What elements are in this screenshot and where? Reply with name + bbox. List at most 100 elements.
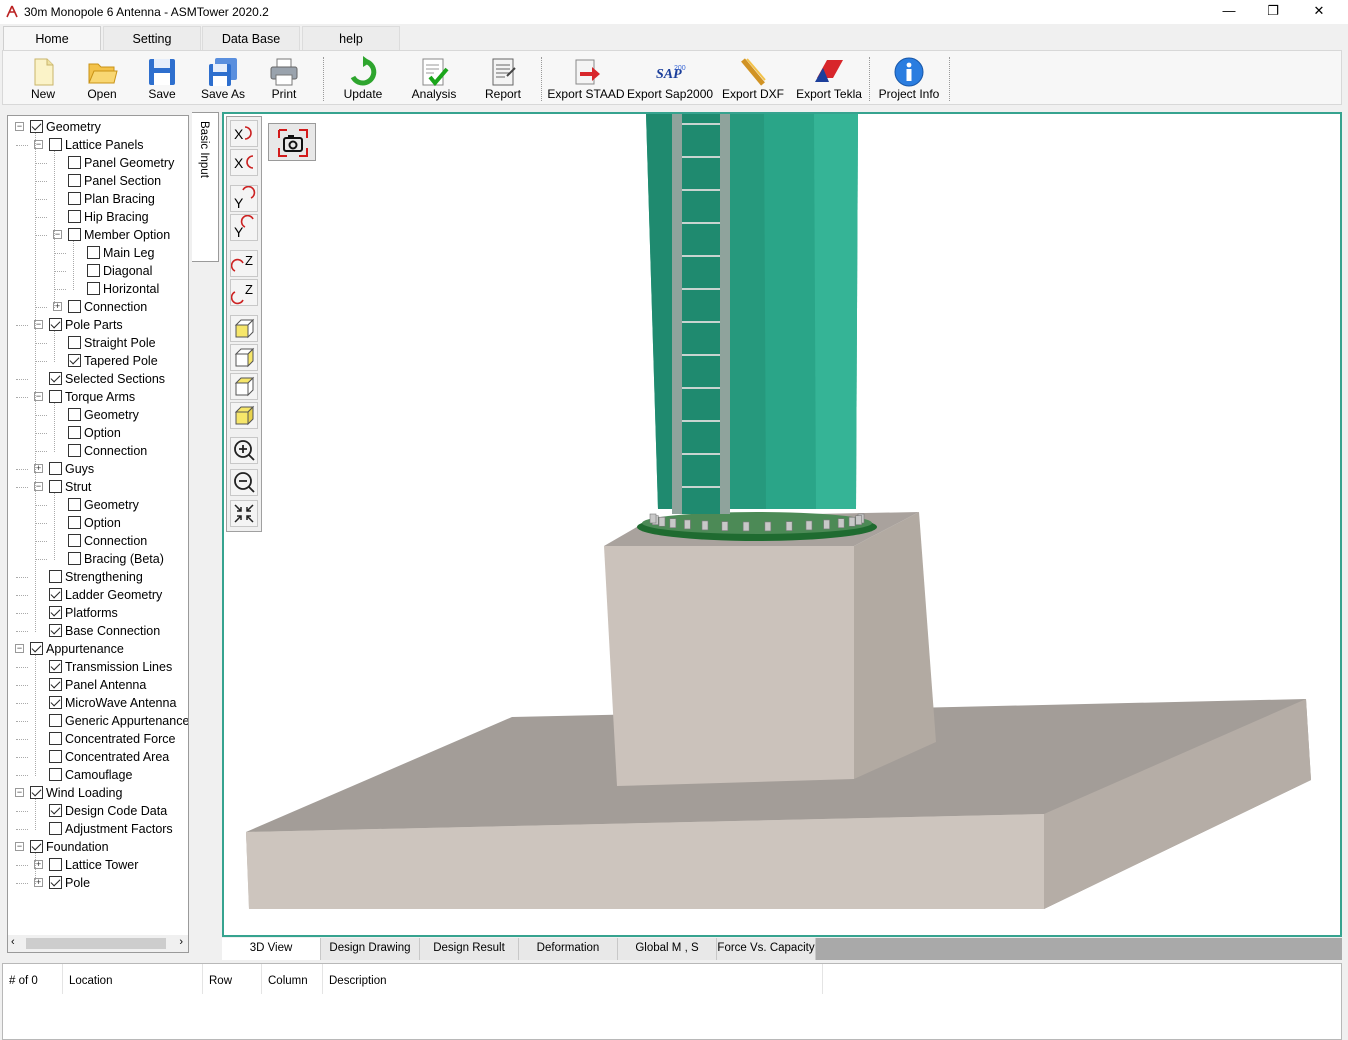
tree-connector: [16, 667, 28, 668]
tree-checkbox[interactable]: [68, 498, 81, 511]
minimize-button[interactable]: —: [1206, 0, 1252, 24]
column-header-row[interactable]: Row: [203, 964, 262, 994]
collapse-icon[interactable]: −: [15, 122, 24, 131]
tree-checkbox[interactable]: [49, 606, 62, 619]
save-button[interactable]: Save: [133, 53, 191, 103]
rotate-z-positive-button[interactable]: Z: [230, 250, 258, 277]
scroll-right-icon[interactable]: ›: [179, 936, 183, 948]
tab-force-vs-capacity[interactable]: Force Vs. Capacity: [717, 938, 816, 960]
analysis-button[interactable]: Analysis: [403, 53, 465, 103]
tree-checkbox[interactable]: [68, 426, 81, 439]
tab-global-ms[interactable]: Global M , S: [618, 938, 717, 960]
horizontal-scrollbar[interactable]: ‹ ›: [8, 935, 188, 952]
view-front-button[interactable]: [230, 315, 258, 342]
report-button[interactable]: Report: [473, 53, 533, 103]
tree-checkbox[interactable]: [49, 750, 62, 763]
tree-checkbox[interactable]: [49, 678, 62, 691]
tree-checkbox[interactable]: [68, 210, 81, 223]
print-button[interactable]: Print: [255, 53, 313, 103]
tab-3d-view[interactable]: 3D View: [222, 938, 321, 960]
tree-checkbox[interactable]: [87, 246, 100, 259]
tree-checkbox[interactable]: [68, 174, 81, 187]
rotate-z-negative-button[interactable]: Z: [230, 279, 258, 306]
scrollbar-thumb[interactable]: [26, 938, 166, 949]
tab-setting[interactable]: Setting: [103, 26, 201, 52]
tab-deformation[interactable]: Deformation: [519, 938, 618, 960]
tree-item-label: Panel Section: [84, 174, 162, 188]
tree-checkbox[interactable]: [49, 588, 62, 601]
tree-checkbox[interactable]: [49, 696, 62, 709]
tab-help[interactable]: help: [302, 26, 400, 52]
project-info-button[interactable]: Project Info: [873, 53, 945, 103]
column-header-location[interactable]: Location: [63, 964, 203, 994]
tree-checkbox[interactable]: [68, 534, 81, 547]
export-tekla-button[interactable]: Export Tekla: [793, 53, 865, 103]
tree-checkbox[interactable]: [49, 390, 62, 403]
column-header-count[interactable]: # of 0: [3, 964, 63, 994]
tree-checkbox[interactable]: [49, 876, 62, 889]
tree-checkbox[interactable]: [49, 570, 62, 583]
tree-checkbox[interactable]: [49, 624, 62, 637]
collapse-icon[interactable]: −: [15, 644, 24, 653]
tab-home[interactable]: Home: [3, 26, 101, 52]
tree-checkbox[interactable]: [30, 786, 43, 799]
tree-checkbox[interactable]: [68, 300, 81, 313]
new-button[interactable]: New: [13, 53, 73, 103]
tree-checkbox[interactable]: [68, 336, 81, 349]
tab-design-drawing[interactable]: Design Drawing: [321, 938, 420, 960]
tab-basic-input[interactable]: Basic Input: [192, 112, 219, 262]
restore-button[interactable]: ❐: [1250, 0, 1296, 24]
zoom-out-button[interactable]: [230, 469, 258, 496]
screenshot-button[interactable]: [268, 123, 316, 161]
update-button[interactable]: Update: [333, 53, 393, 103]
tree-checkbox[interactable]: [49, 318, 62, 331]
3d-viewport[interactable]: [222, 112, 1342, 937]
collapse-icon[interactable]: −: [15, 788, 24, 797]
tree-checkbox[interactable]: [49, 138, 62, 151]
column-header-description[interactable]: Description: [323, 964, 823, 994]
tab-design-result[interactable]: Design Result: [420, 938, 519, 960]
tree-checkbox[interactable]: [68, 354, 81, 367]
tree-checkbox[interactable]: [49, 462, 62, 475]
collapse-icon[interactable]: −: [15, 842, 24, 851]
tab-database[interactable]: Data Base: [202, 26, 300, 52]
tree-checkbox[interactable]: [68, 444, 81, 457]
tree-checkbox[interactable]: [68, 552, 81, 565]
tree-checkbox[interactable]: [30, 840, 43, 853]
tree-checkbox[interactable]: [49, 858, 62, 871]
tree-checkbox[interactable]: [30, 642, 43, 655]
rotate-x-negative-button[interactable]: X: [230, 149, 258, 176]
tree-checkbox[interactable]: [68, 156, 81, 169]
fit-view-button[interactable]: [230, 500, 258, 527]
column-header-column[interactable]: Column: [262, 964, 323, 994]
tree-checkbox[interactable]: [49, 372, 62, 385]
open-button[interactable]: Open: [73, 53, 131, 103]
close-button[interactable]: ✕: [1296, 0, 1342, 24]
tree-checkbox[interactable]: [87, 264, 100, 277]
tree-checkbox[interactable]: [49, 660, 62, 673]
tree-checkbox[interactable]: [49, 732, 62, 745]
tree-checkbox[interactable]: [68, 408, 81, 421]
view-side-button[interactable]: [230, 344, 258, 371]
zoom-in-button[interactable]: [230, 437, 258, 464]
tree-checkbox[interactable]: [49, 822, 62, 835]
export-staad-button[interactable]: Export STAAD: [547, 53, 625, 103]
tree-checkbox[interactable]: [87, 282, 100, 295]
rotate-x-positive-button[interactable]: X: [230, 120, 258, 147]
rotate-y-negative-button[interactable]: Y: [230, 214, 258, 241]
save-as-button[interactable]: Save As: [193, 53, 253, 103]
scroll-left-icon[interactable]: ‹: [11, 936, 15, 948]
tree-checkbox[interactable]: [49, 768, 62, 781]
tree-checkbox[interactable]: [68, 516, 81, 529]
rotate-y-positive-button[interactable]: Y: [230, 185, 258, 212]
tree-checkbox[interactable]: [30, 120, 43, 133]
export-dxf-button[interactable]: Export DXF: [717, 53, 789, 103]
tree-checkbox[interactable]: [68, 228, 81, 241]
tree-checkbox[interactable]: [49, 480, 62, 493]
tree-checkbox[interactable]: [49, 714, 62, 727]
export-sap2000-button[interactable]: SAP2000 Export Sap2000: [627, 53, 713, 103]
view-iso-button[interactable]: [230, 402, 258, 429]
view-top-button[interactable]: [230, 373, 258, 400]
tree-checkbox[interactable]: [49, 804, 62, 817]
tree-checkbox[interactable]: [68, 192, 81, 205]
